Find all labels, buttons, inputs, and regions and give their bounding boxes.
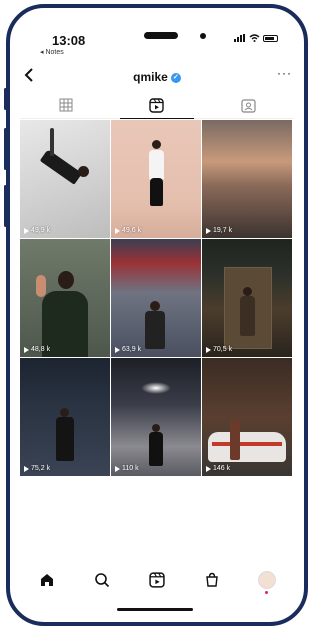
view-count: 75,2 k xyxy=(24,465,50,472)
reel-tile[interactable]: 146 k xyxy=(202,358,292,476)
more-options-button[interactable]: ··· xyxy=(277,66,292,80)
view-count: 49,6 k xyxy=(115,227,141,234)
view-count: 19,7 k xyxy=(206,227,232,234)
play-icon xyxy=(24,346,29,353)
reel-tile[interactable]: 110 k xyxy=(111,358,201,476)
battery-icon xyxy=(263,34,278,42)
profile-header: qmike ✓ ··· xyxy=(10,66,304,90)
home-icon xyxy=(41,574,54,586)
reel-tile[interactable]: 49,6 k xyxy=(111,120,201,238)
grid-icon xyxy=(59,98,73,112)
view-count: 110 k xyxy=(115,465,139,472)
phone-frame: 13:08 ◂ Notes qmike ✓ ··· 49,9 k 49,6 k … xyxy=(6,4,308,626)
system-icons xyxy=(234,34,278,42)
more-horizontal-icon: ··· xyxy=(277,66,292,80)
tab-reels[interactable] xyxy=(111,92,202,119)
dynamic-island xyxy=(144,32,178,39)
back-to-app-link[interactable]: ◂ Notes xyxy=(40,48,64,56)
reel-tile[interactable]: 49,9 k xyxy=(20,120,110,238)
tab-tagged[interactable] xyxy=(203,92,294,118)
play-icon xyxy=(115,465,120,472)
play-icon xyxy=(24,227,29,234)
reels-icon xyxy=(149,97,165,113)
signal-icon xyxy=(234,34,245,42)
view-count: 63,9 k xyxy=(115,346,141,353)
reel-tile[interactable]: 70,5 k xyxy=(202,239,292,357)
wifi-icon xyxy=(249,34,260,42)
reels-grid: 49,9 k 49,6 k 19,7 k 48,8 k 63,9 k 70,5 … xyxy=(20,120,294,476)
reel-tile[interactable]: 75,2 k xyxy=(20,358,110,476)
profile-avatar xyxy=(257,571,276,589)
view-count: 70,5 k xyxy=(206,346,232,353)
profile-tabs xyxy=(20,92,294,119)
search-icon xyxy=(95,573,110,588)
play-icon xyxy=(115,227,120,234)
tagged-icon xyxy=(241,98,256,113)
shop-icon xyxy=(205,572,218,587)
nav-reels[interactable] xyxy=(145,568,169,592)
reel-tile[interactable]: 48,8 k xyxy=(20,239,110,357)
nav-search[interactable] xyxy=(90,568,114,592)
nav-shop[interactable] xyxy=(200,568,224,592)
play-icon xyxy=(206,465,211,472)
play-icon xyxy=(115,346,120,353)
verified-badge-icon: ✓ xyxy=(170,72,181,83)
profile-username: qmike ✓ xyxy=(10,70,304,84)
home-indicator xyxy=(117,608,193,611)
nav-home[interactable] xyxy=(35,568,59,592)
view-count: 48,8 k xyxy=(24,346,50,353)
status-time: 13:08 xyxy=(52,33,86,48)
bottom-nav xyxy=(20,560,294,600)
username-text: qmike xyxy=(133,70,168,84)
notification-dot xyxy=(264,591,268,594)
play-icon xyxy=(206,346,211,353)
tab-posts[interactable] xyxy=(20,92,111,118)
view-count: 49,9 k xyxy=(24,227,50,234)
reel-tile[interactable]: 19,7 k xyxy=(202,120,292,238)
play-icon xyxy=(206,227,211,234)
reel-tile[interactable]: 63,9 k xyxy=(111,239,201,357)
view-count: 146 k xyxy=(206,465,230,472)
play-icon xyxy=(24,465,29,472)
status-bar: 13:08 ◂ Notes xyxy=(10,8,304,58)
reels-icon xyxy=(149,572,165,588)
nav-profile[interactable] xyxy=(255,568,279,594)
camera-dot xyxy=(200,33,206,39)
